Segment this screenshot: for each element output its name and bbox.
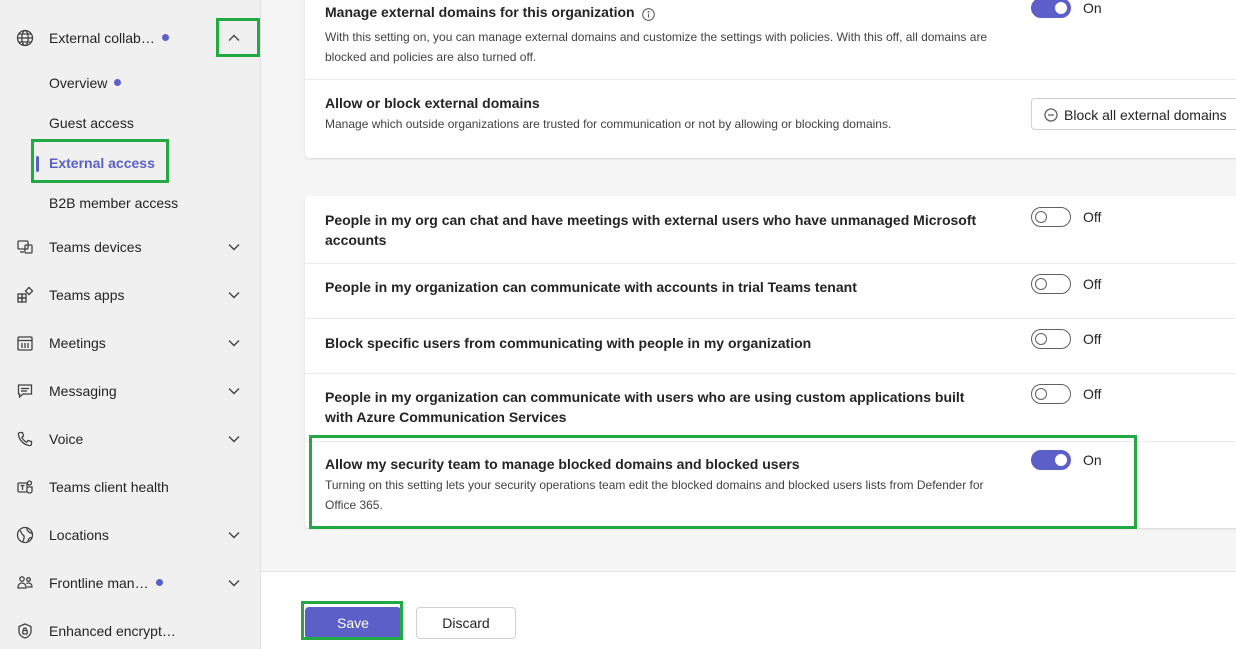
- teams-health-icon: [16, 478, 34, 496]
- setting-description: Turning on this setting lets your securi…: [325, 478, 984, 512]
- setting-title: People in my organization can communicat…: [325, 279, 857, 295]
- notification-dot: [155, 578, 163, 586]
- toggle-state-label: Off: [1083, 386, 1102, 402]
- sidebar-item-label: Messaging: [49, 383, 117, 399]
- sidebar-item-label: Teams client health: [49, 479, 169, 495]
- divider: [305, 373, 1236, 374]
- setting-description: Manage which outside organizations are t…: [325, 117, 892, 131]
- toggle-knob: [1035, 211, 1047, 223]
- active-indicator: [36, 156, 39, 172]
- sidebar-subitem-guest-access[interactable]: Guest access: [0, 103, 261, 143]
- button-label: Block all external domains: [1064, 107, 1227, 123]
- setting-description: With this setting on, you can manage ext…: [325, 30, 988, 64]
- sidebar-subitem-label: External access: [49, 155, 155, 171]
- toggle-knob: [1035, 388, 1047, 400]
- sidebar-item-label: Teams devices: [49, 239, 142, 255]
- block-specific-users-toggle[interactable]: [1031, 329, 1071, 349]
- sidebar-item-meetings[interactable]: Meetings: [0, 323, 261, 363]
- toggle-state-label: On: [1083, 0, 1102, 16]
- sidebar-item-teams-client-health[interactable]: Teams client health: [0, 467, 261, 507]
- setting-title: People in my org can chat and have meeti…: [325, 212, 977, 248]
- chevron-up-icon[interactable]: [226, 30, 242, 46]
- setting-title: Allow my security team to manage blocked…: [325, 456, 800, 472]
- divider: [305, 441, 1236, 442]
- chevron-down-icon[interactable]: [226, 575, 242, 591]
- sidebar-subitem-external-access[interactable]: External access: [0, 143, 261, 183]
- divider: [305, 318, 1236, 319]
- toggle-state-label: On: [1083, 452, 1102, 468]
- toggle-knob: [1055, 2, 1067, 14]
- globe-location-icon: [16, 526, 34, 544]
- sidebar-item-teams-devices[interactable]: Teams devices: [0, 227, 261, 267]
- sidebar-item-teams-apps[interactable]: Teams apps: [0, 275, 261, 315]
- setting-title: People in my organization can communicat…: [325, 389, 965, 425]
- people-icon: [16, 574, 34, 592]
- divider: [305, 79, 1236, 80]
- sidebar-item-messaging[interactable]: Messaging: [0, 371, 261, 411]
- block-icon: [1044, 108, 1058, 122]
- trial-tenants-toggle[interactable]: [1031, 274, 1071, 294]
- divider: [305, 263, 1236, 264]
- devices-icon: [16, 238, 34, 256]
- chevron-down-icon[interactable]: [226, 383, 242, 399]
- discard-button[interactable]: Discard: [416, 607, 516, 639]
- sidebar: External collab… Overview Guest access E…: [0, 0, 261, 649]
- sidebar-item-label: External collab…: [49, 30, 155, 46]
- chevron-down-icon[interactable]: [226, 527, 242, 543]
- sidebar-subitem-label: Guest access: [49, 115, 134, 131]
- toggle-state-label: Off: [1083, 209, 1102, 225]
- info-icon[interactable]: [641, 6, 655, 21]
- chevron-down-icon[interactable]: [226, 287, 242, 303]
- sidebar-item-label: Teams apps: [49, 287, 125, 303]
- toggle-state-label: Off: [1083, 276, 1102, 292]
- sidebar-subitem-b2b-member-access[interactable]: B2B member access: [0, 183, 261, 223]
- phone-icon: [16, 430, 34, 448]
- sidebar-subitem-overview[interactable]: Overview: [0, 63, 261, 103]
- sidebar-item-label: Meetings: [49, 335, 106, 351]
- globe-icon: [16, 29, 34, 47]
- azure-communication-services-toggle[interactable]: [1031, 384, 1071, 404]
- block-all-external-domains-button[interactable]: Block all external domains: [1031, 98, 1236, 130]
- chevron-down-icon[interactable]: [226, 335, 242, 351]
- notification-dot: [161, 33, 169, 41]
- sidebar-subitem-label: B2B member access: [49, 195, 179, 211]
- manage-domains-toggle[interactable]: [1031, 0, 1071, 18]
- setting-title: Manage external domains for this organiz…: [325, 4, 635, 20]
- sidebar-item-locations[interactable]: Locations: [0, 515, 261, 555]
- toggle-knob: [1055, 454, 1067, 466]
- main-content: Manage external domains for this organiz…: [261, 0, 1236, 649]
- chevron-down-icon[interactable]: [226, 239, 242, 255]
- chevron-down-icon[interactable]: [226, 431, 242, 447]
- sidebar-subitem-label: Overview: [49, 75, 108, 91]
- apps-icon: [16, 286, 34, 304]
- action-footer: Save Discard: [261, 571, 1236, 649]
- setting-title: Allow or block external domains: [325, 95, 540, 111]
- toggle-state-label: Off: [1083, 331, 1102, 347]
- sidebar-item-voice[interactable]: Voice: [0, 419, 261, 459]
- shield-icon: [16, 622, 34, 640]
- sidebar-item-label: Frontline man…: [49, 575, 149, 591]
- notification-dot: [114, 78, 122, 86]
- unmanaged-accounts-toggle[interactable]: [1031, 207, 1071, 227]
- sidebar-item-enhanced-encryption[interactable]: Enhanced encrypt…: [0, 611, 261, 649]
- sidebar-item-label: Locations: [49, 527, 109, 543]
- sidebar-item-label: Voice: [49, 431, 84, 447]
- calendar-icon: [16, 334, 34, 352]
- toggle-knob: [1035, 333, 1047, 345]
- save-button[interactable]: Save: [305, 607, 401, 639]
- sidebar-item-label: Enhanced encrypt…: [49, 623, 176, 639]
- security-team-toggle[interactable]: [1031, 450, 1071, 470]
- toggle-knob: [1035, 278, 1047, 290]
- chat-icon: [16, 382, 34, 400]
- sidebar-item-external-collaboration[interactable]: External collab…: [0, 18, 261, 58]
- setting-title: Block specific users from communicating …: [325, 335, 812, 351]
- sidebar-item-frontline-management[interactable]: Frontline man…: [0, 563, 261, 603]
